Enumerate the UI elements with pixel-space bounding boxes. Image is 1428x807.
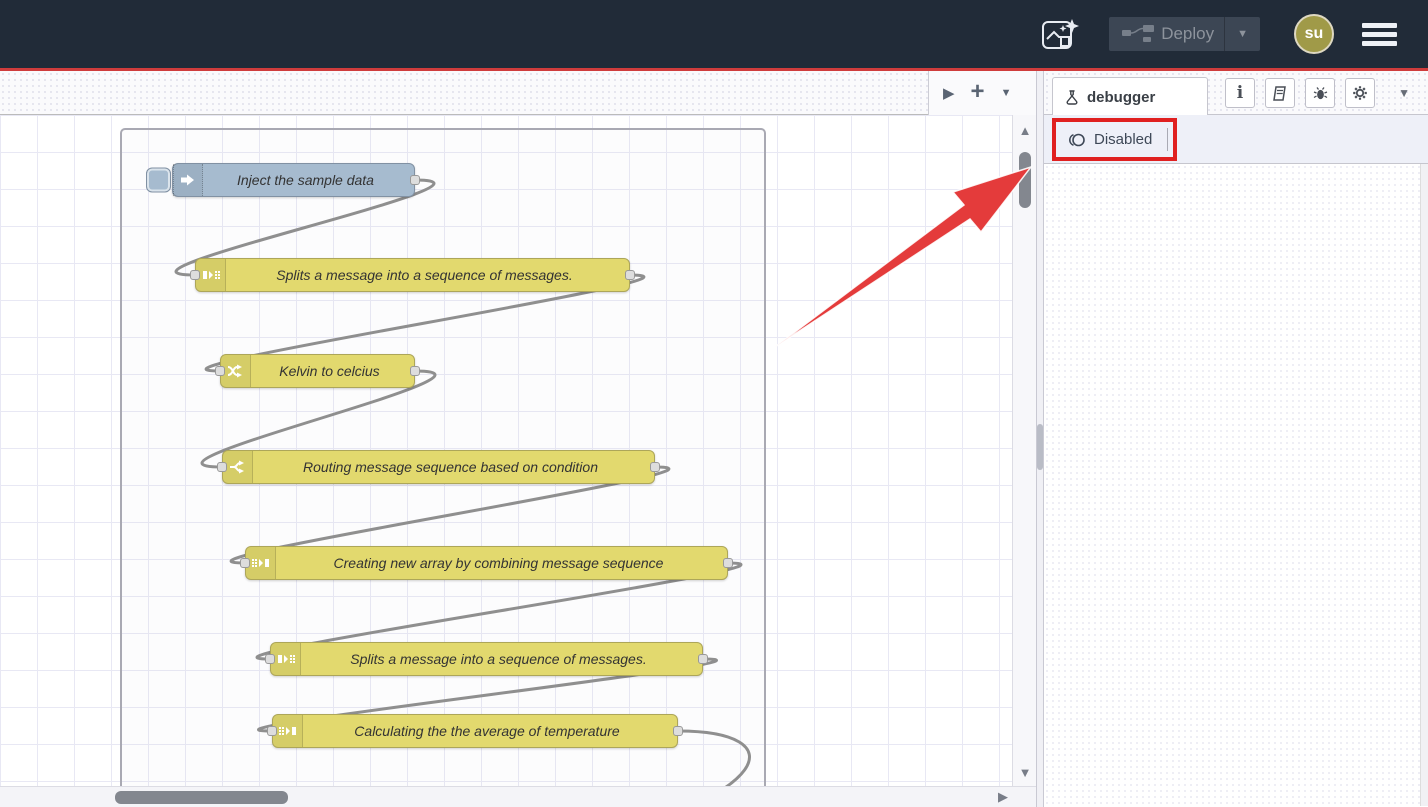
node-split[interactable]: Splits a message into a sequence of mess…	[195, 258, 630, 292]
deploy-nodes-icon	[1121, 25, 1155, 43]
node-label: Inject the sample data	[203, 172, 414, 188]
deploy-button[interactable]: Deploy ▼	[1109, 17, 1260, 51]
input-port[interactable]	[217, 462, 227, 472]
node-label: Splits a message into a sequence of mess…	[301, 651, 702, 667]
main-menu-icon[interactable]	[1362, 23, 1397, 46]
horizontal-scroll-thumb[interactable]	[115, 791, 288, 804]
sidebar-scrollbar[interactable]	[1420, 164, 1428, 806]
add-flow-icon[interactable]: +	[971, 80, 985, 104]
switch-icon	[223, 451, 253, 483]
output-port[interactable]	[410, 366, 420, 376]
vertical-scroll-thumb[interactable]	[1019, 152, 1031, 208]
book-icon	[1272, 86, 1288, 101]
sidebar: debugger i	[1044, 71, 1428, 807]
canvas-vertical-scrollbar[interactable]: ▲ ▼	[1012, 115, 1036, 786]
splitter-handle[interactable]	[1037, 424, 1043, 470]
flow-list-icon[interactable]: ▼	[1001, 88, 1012, 99]
node-inject[interactable]: Inject the sample data	[172, 163, 415, 197]
canvas-horizontal-scrollbar[interactable]: ▶	[0, 786, 1036, 807]
inject-trigger-button[interactable]	[146, 168, 171, 193]
scroll-right-icon[interactable]: ▶	[998, 789, 1008, 805]
deploy-label: Deploy	[1159, 24, 1224, 44]
toggle-icon	[1065, 133, 1086, 147]
settings-button[interactable]	[1345, 78, 1375, 108]
info-button[interactable]: i	[1225, 78, 1255, 108]
node-label: Calculating the the average of temperatu…	[303, 723, 677, 739]
sidebar-tabs: debugger i	[1044, 71, 1428, 115]
scroll-down-icon[interactable]: ▼	[1013, 765, 1036, 780]
output-port[interactable]	[723, 558, 733, 568]
input-port[interactable]	[215, 366, 225, 376]
split-icon	[271, 643, 301, 675]
node-join[interactable]: Creating new array by combining message …	[245, 546, 728, 580]
deploy-caret-icon[interactable]: ▼	[1224, 17, 1260, 51]
disabled-toggle-button[interactable]: Disabled	[1094, 131, 1152, 148]
ai-flow-icon[interactable]	[1041, 17, 1081, 51]
input-port[interactable]	[190, 270, 200, 280]
info-icon: i	[1237, 83, 1243, 103]
annotation-highlight-box: Disabled	[1052, 118, 1177, 161]
scroll-up-icon[interactable]: ▲	[1013, 123, 1036, 138]
split-icon	[196, 259, 226, 291]
workspace-tab-strip: ▶ + ▼	[0, 71, 1036, 115]
join-icon	[273, 715, 303, 747]
flow-canvas[interactable]: Inject the sample data Splits a message …	[0, 115, 1036, 807]
node-split[interactable]: Splits a message into a sequence of mess…	[270, 642, 703, 676]
node-join[interactable]: Calculating the the average of temperatu…	[272, 714, 678, 748]
inject-icon	[173, 164, 203, 196]
flask-icon	[1065, 90, 1079, 105]
change-icon	[221, 355, 251, 387]
tab-controls: ▶ + ▼	[928, 71, 1036, 115]
node-label: Splits a message into a sequence of mess…	[226, 267, 629, 283]
user-avatar[interactable]: su	[1294, 14, 1334, 54]
debug-toolbar: Disabled	[1044, 115, 1428, 164]
output-port[interactable]	[673, 726, 683, 736]
output-port[interactable]	[650, 462, 660, 472]
input-port[interactable]	[267, 726, 277, 736]
debug-messages-panel[interactable]	[1044, 164, 1428, 806]
node-change[interactable]: Kelvin to celcius	[220, 354, 415, 388]
toolbar-separator	[1167, 128, 1168, 151]
output-port[interactable]	[698, 654, 708, 664]
node-switch[interactable]: Routing message sequence based on condit…	[222, 450, 655, 484]
tab-debugger-label: debugger	[1087, 89, 1155, 106]
help-button[interactable]	[1265, 78, 1295, 108]
tab-debugger[interactable]: debugger	[1052, 77, 1208, 116]
debug-button[interactable]	[1305, 78, 1335, 108]
bug-icon	[1313, 86, 1328, 101]
input-port[interactable]	[265, 654, 275, 664]
input-port[interactable]	[240, 558, 250, 568]
join-icon	[246, 547, 276, 579]
output-port[interactable]	[410, 175, 420, 185]
node-label: Routing message sequence based on condit…	[253, 459, 654, 475]
sidebar-splitter[interactable]	[1036, 71, 1044, 807]
sidebar-menu-icon[interactable]: ▼	[1398, 86, 1410, 100]
node-label: Kelvin to celcius	[251, 363, 414, 379]
tab-scroll-right-icon[interactable]: ▶	[943, 86, 955, 101]
output-port[interactable]	[625, 270, 635, 280]
node-label: Creating new array by combining message …	[276, 555, 727, 571]
app-header: Deploy ▼ su	[0, 0, 1428, 68]
gear-icon	[1352, 85, 1368, 101]
flow-editor: ▶ + ▼	[0, 71, 1036, 807]
